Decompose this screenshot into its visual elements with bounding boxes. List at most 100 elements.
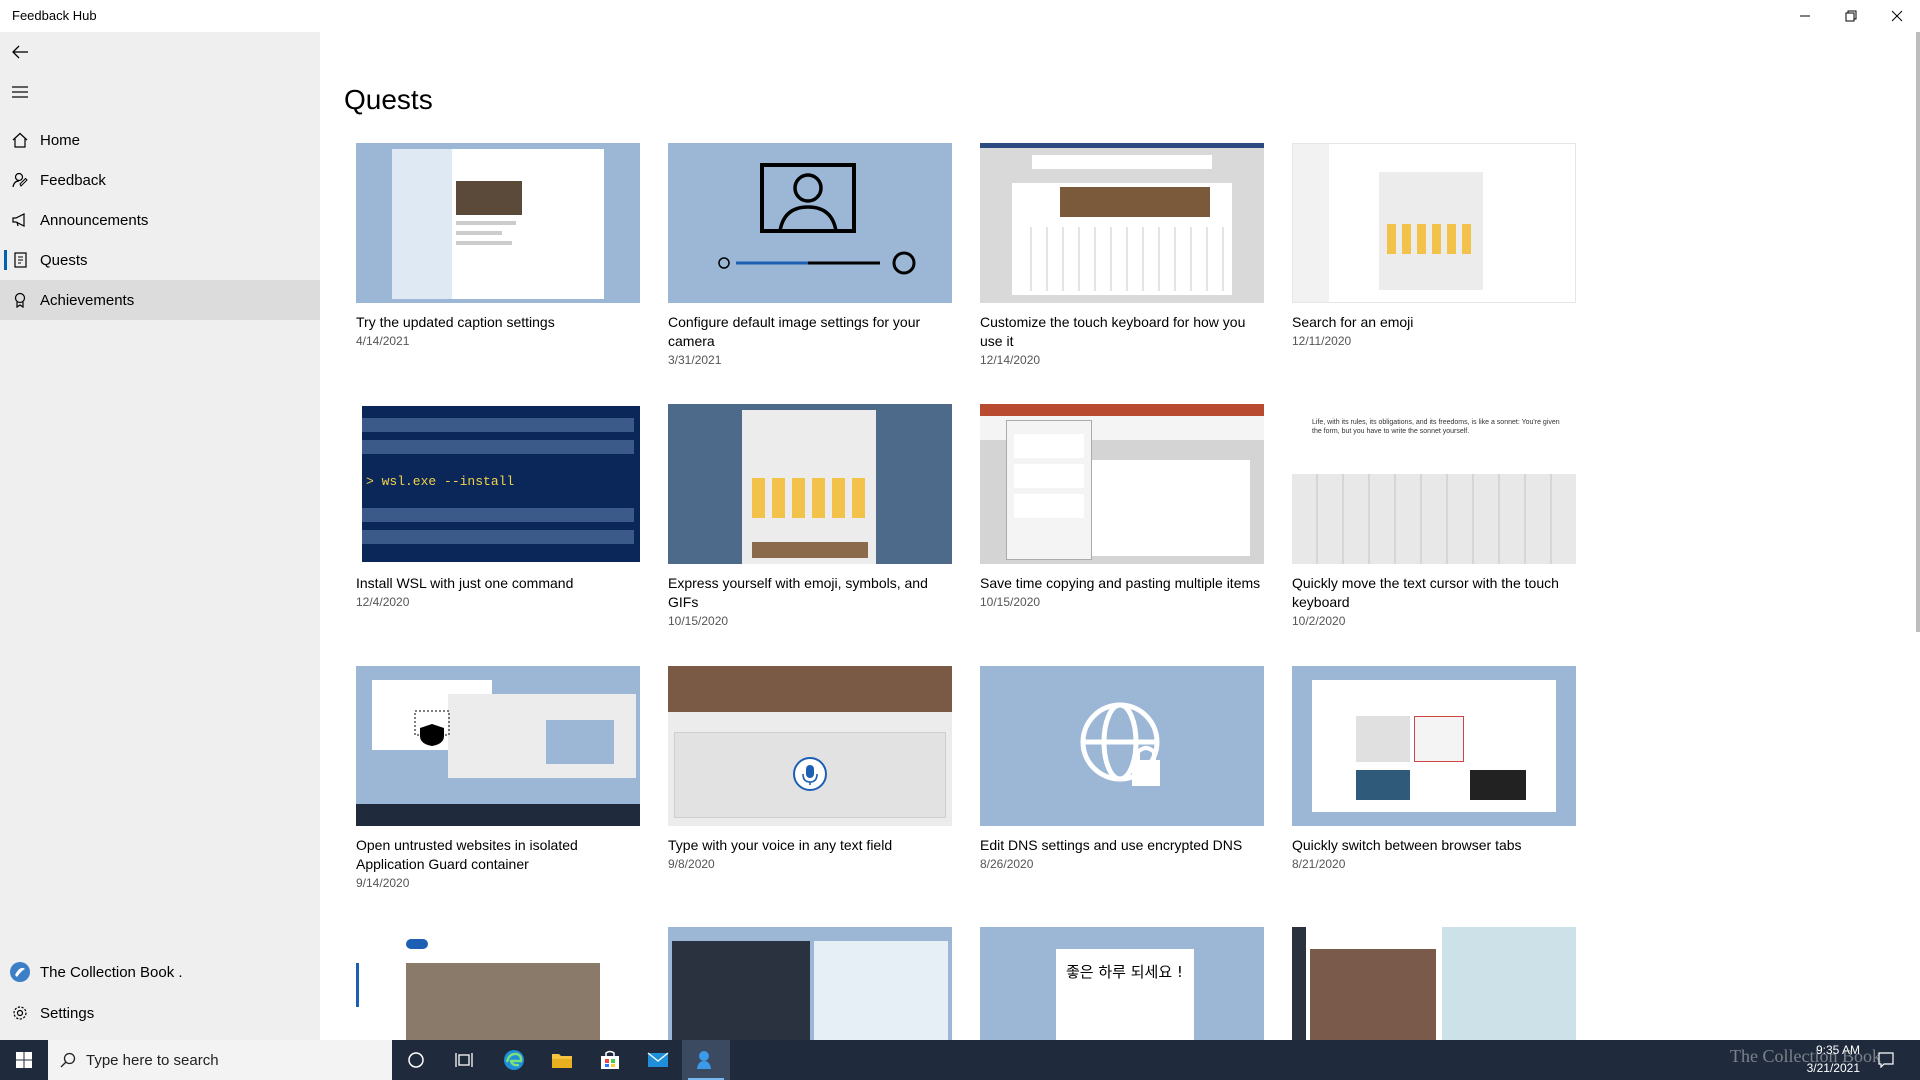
- quest-date: 12/4/2020: [356, 595, 410, 609]
- quest-card-row4-3[interactable]: 좋은 하루 되세요 !: [980, 927, 1266, 1040]
- quest-thumbnail: [1292, 666, 1576, 826]
- sidebar: Home Feedback Announcements Quests Achie…: [0, 32, 320, 1040]
- sidebar-item-label: Quests: [40, 251, 88, 269]
- restore-button[interactable]: [1828, 0, 1874, 32]
- quest-thumbnail: [668, 666, 952, 826]
- sidebar-item-announcements[interactable]: Announcements: [0, 200, 320, 240]
- quest-title: Quickly move the text cursor with the to…: [1292, 575, 1559, 610]
- page-title: Quests: [344, 84, 433, 115]
- medal-icon: [0, 280, 40, 320]
- quest-card-touch-keyboard[interactable]: Customize the touch keyboard for how you…: [980, 143, 1266, 367]
- sidebar-item-home[interactable]: Home: [0, 120, 320, 160]
- quest-card-search-emoji[interactable]: Search for an emoji 12/11/2020: [1292, 143, 1578, 348]
- quest-title: Save time copying and pasting multiple i…: [980, 575, 1261, 591]
- sidebar-item-feedback[interactable]: Feedback: [0, 160, 320, 200]
- quest-card-application-guard[interactable]: Open untrusted websites in isolated Appl…: [356, 666, 642, 890]
- quest-title: Quickly switch between browser tabs: [1292, 837, 1522, 853]
- vertical-scrollbar[interactable]: [1916, 32, 1920, 632]
- account-avatar-icon: [0, 952, 40, 992]
- quest-title: Try the updated caption settings: [356, 314, 555, 330]
- file-explorer-button[interactable]: [538, 1040, 586, 1080]
- quest-card-clipboard[interactable]: Save time copying and pasting multiple i…: [980, 404, 1266, 609]
- sidebar-item-label: Home: [40, 131, 81, 149]
- quest-thumbnail: [668, 404, 952, 564]
- quest-date: 10/15/2020: [668, 614, 729, 628]
- quest-thumbnail: [980, 143, 1264, 303]
- task-view-button[interactable]: [440, 1040, 488, 1080]
- quest-title: Type with your voice in any text field: [668, 837, 893, 853]
- quest-title: Edit DNS settings and use encrypted DNS: [980, 837, 1243, 853]
- quest-date: 12/11/2020: [1292, 334, 1352, 348]
- quest-date: 3/31/2021: [668, 353, 722, 367]
- shield-icon: [414, 710, 450, 746]
- sample-sonnet-text: Life, with its rules, its obligations, a…: [1312, 419, 1560, 435]
- back-button[interactable]: [0, 32, 40, 72]
- store-button[interactable]: [586, 1040, 634, 1080]
- quest-thumbnail: Life, with its rules, its obligations, a…: [1292, 404, 1576, 564]
- quest-thumbnail: [1292, 927, 1576, 1040]
- sidebar-item-label: Feedback: [40, 171, 106, 189]
- store-bag-icon: [601, 1050, 619, 1069]
- megaphone-icon: [0, 200, 40, 240]
- quest-thumbnail: [356, 666, 640, 826]
- cortana-button[interactable]: [392, 1040, 440, 1080]
- quest-thumbnail: [356, 143, 640, 303]
- quest-thumbnail: [668, 927, 952, 1040]
- title-bar: Feedback Hub: [0, 0, 1920, 32]
- quest-card-emoji-gifs[interactable]: Express yourself with emoji, symbols, an…: [668, 404, 954, 628]
- quest-date: 10/2/2020: [1292, 614, 1346, 628]
- terminal-command-text: > wsl.exe --install: [366, 474, 515, 489]
- start-button[interactable]: [0, 1040, 48, 1080]
- settings-button[interactable]: Settings: [0, 993, 320, 1033]
- edge-browser-button[interactable]: [490, 1040, 538, 1080]
- quest-card-row4-2[interactable]: [668, 927, 954, 1040]
- quest-card-voice-typing[interactable]: Type with your voice in any text field 9…: [668, 666, 954, 871]
- quest-title: Install WSL with just one command: [356, 575, 574, 591]
- settings-label: Settings: [40, 1004, 95, 1022]
- folder-icon: [552, 1054, 572, 1068]
- mail-envelope-icon: [647, 1052, 669, 1067]
- close-icon: [1891, 10, 1903, 22]
- quest-date: 8/26/2020: [980, 857, 1034, 871]
- task-view-icon: [455, 1053, 473, 1067]
- quest-card-install-wsl[interactable]: > wsl.exe --install Install WSL with jus…: [356, 404, 642, 609]
- microphone-icon: [793, 757, 827, 791]
- sidebar-item-label: Achievements: [40, 291, 135, 309]
- quest-thumbnail: [980, 666, 1264, 826]
- quest-thumbnail: [980, 404, 1264, 564]
- camera-person-icon: [718, 163, 916, 275]
- hamburger-menu-button[interactable]: [0, 72, 40, 112]
- feedback-hub-taskbar-button[interactable]: [682, 1040, 730, 1080]
- feedback-icon: [0, 160, 40, 200]
- quest-card-caption-settings[interactable]: Try the updated caption settings 4/14/20…: [356, 143, 642, 348]
- feedback-hub-icon: [697, 1051, 711, 1069]
- quest-title: Customize the touch keyboard for how you…: [980, 314, 1246, 349]
- mail-button[interactable]: [634, 1040, 682, 1080]
- account-label: The Collection Book .: [40, 963, 183, 981]
- cortana-circle-icon: [408, 1052, 424, 1068]
- quest-card-row4-4[interactable]: [1292, 927, 1578, 1040]
- quest-date: 10/15/2020: [980, 595, 1041, 609]
- sidebar-item-quests[interactable]: Quests: [0, 240, 320, 280]
- quest-card-browser-tabs[interactable]: Quickly switch between browser tabs 8/21…: [1292, 666, 1578, 871]
- quest-card-text-cursor[interactable]: Life, with its rules, its obligations, a…: [1292, 404, 1578, 628]
- minimize-button[interactable]: [1782, 0, 1828, 32]
- app-title: Feedback Hub: [12, 8, 97, 23]
- windows-logo-icon: [16, 1052, 32, 1068]
- quest-date: 12/14/2020: [980, 353, 1041, 367]
- close-button[interactable]: [1874, 0, 1920, 32]
- hamburger-icon: [12, 86, 28, 98]
- quest-card-camera-settings[interactable]: Configure default image settings for you…: [668, 143, 954, 367]
- main-content: Quests Try the updated caption settings …: [320, 32, 1920, 1040]
- quest-date: 4/14/2021: [356, 334, 410, 348]
- quest-title: Express yourself with emoji, symbols, an…: [668, 575, 928, 610]
- globe-lock-icon: [1080, 702, 1160, 786]
- quest-date: 9/8/2020: [668, 857, 715, 871]
- sidebar-item-achievements[interactable]: Achievements: [0, 280, 320, 320]
- minimize-icon: [1800, 15, 1810, 17]
- quest-card-encrypted-dns[interactable]: Edit DNS settings and use encrypted DNS …: [980, 666, 1266, 871]
- selection-indicator: [4, 250, 7, 270]
- account-button[interactable]: The Collection Book .: [0, 952, 320, 992]
- taskbar-search-box[interactable]: Type here to search: [48, 1040, 392, 1080]
- quest-card-row4-1[interactable]: [356, 927, 642, 1040]
